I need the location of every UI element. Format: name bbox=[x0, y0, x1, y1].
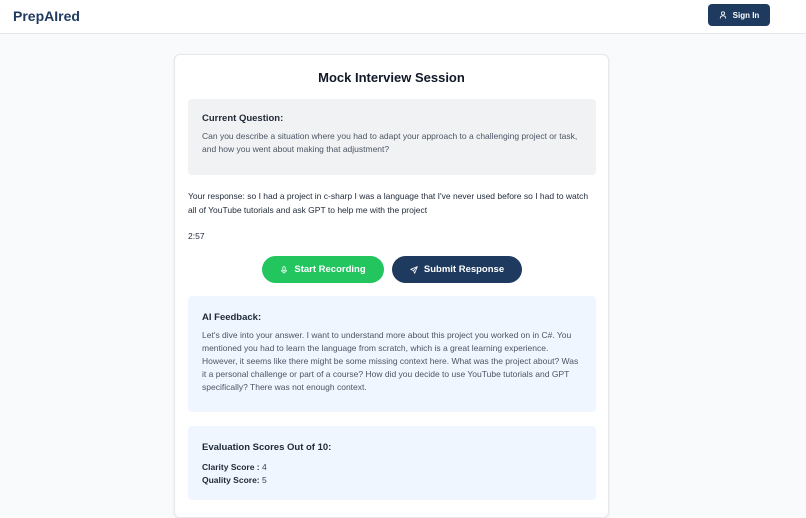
clarity-score-value: 4 bbox=[262, 462, 267, 472]
top-nav-bar: PrepAIred Sign In bbox=[0, 0, 806, 34]
question-heading: Current Question: bbox=[202, 113, 284, 124]
send-icon bbox=[410, 265, 418, 274]
sign-in-label: Sign In bbox=[732, 10, 760, 20]
clarity-score-label: Clarity Score : bbox=[202, 462, 260, 472]
start-recording-label: Start Recording bbox=[294, 264, 366, 275]
question-text: Can you describe a situation where you h… bbox=[202, 131, 578, 154]
current-question-panel: Current Question: Can you describe a sit… bbox=[188, 99, 596, 175]
feedback-heading: AI Feedback: bbox=[202, 312, 262, 323]
response-transcript: Your response: so I had a project in c-s… bbox=[188, 191, 589, 215]
submit-response-button[interactable]: Submit Response bbox=[392, 256, 522, 283]
start-recording-button[interactable]: Start Recording bbox=[262, 256, 384, 283]
ai-feedback-panel: AI Feedback: Let's dive into your answer… bbox=[188, 296, 596, 412]
feedback-text: Let's dive into your answer. I want to u… bbox=[202, 330, 579, 392]
evaluation-scores-panel: Evaluation Scores Out of 10: Clarity Sco… bbox=[188, 426, 596, 500]
interview-session-card: Mock Interview Session Current Question:… bbox=[174, 54, 609, 518]
user-icon bbox=[719, 11, 726, 19]
clarity-score: Clarity Score : 4 bbox=[202, 461, 582, 474]
timer-display: 2:57 bbox=[188, 231, 205, 241]
microphone-icon bbox=[281, 265, 288, 274]
sign-in-button[interactable]: Sign In bbox=[708, 4, 770, 26]
page-title: Mock Interview Session bbox=[318, 70, 465, 85]
quality-score-value: 5 bbox=[262, 475, 267, 485]
quality-score: Quality Score: 5 bbox=[202, 474, 582, 487]
quality-score-label: Quality Score: bbox=[202, 475, 260, 485]
submit-response-label: Submit Response bbox=[423, 264, 505, 275]
scores-heading: Evaluation Scores Out of 10: bbox=[202, 442, 332, 453]
brand-logo[interactable]: PrepAIred bbox=[13, 8, 80, 24]
